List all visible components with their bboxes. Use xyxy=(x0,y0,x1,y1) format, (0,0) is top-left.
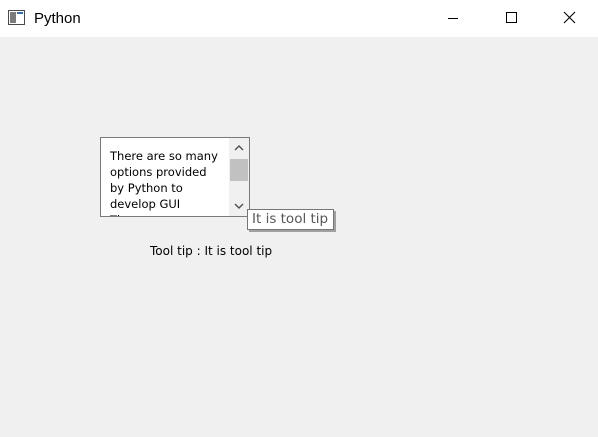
text-area[interactable]: There are so many options provided by Py… xyxy=(100,137,250,217)
tooltip: It is tool tip xyxy=(247,209,335,230)
minimize-icon xyxy=(448,18,458,19)
tooltip-status-label: Tool tip : It is tool tip xyxy=(150,244,273,258)
python-window-icon[interactable] xyxy=(8,10,25,25)
window-title: Python xyxy=(34,10,81,27)
scrollbar-thumb[interactable] xyxy=(230,159,248,181)
text-area-content[interactable]: There are so many options provided by Py… xyxy=(110,148,226,216)
main-window: Python There are so many options provide… xyxy=(0,0,598,437)
vertical-scrollbar[interactable] xyxy=(229,138,249,216)
chevron-up-icon xyxy=(234,145,244,151)
scroll-up-button[interactable] xyxy=(229,138,249,155)
close-icon xyxy=(563,11,576,24)
chevron-down-icon xyxy=(234,203,244,209)
close-button[interactable] xyxy=(546,0,592,37)
title-bar[interactable]: Python xyxy=(0,0,598,37)
minimize-button[interactable] xyxy=(430,0,476,37)
maximize-icon xyxy=(506,12,517,23)
scroll-down-button[interactable] xyxy=(229,199,249,216)
maximize-button[interactable] xyxy=(488,0,534,37)
